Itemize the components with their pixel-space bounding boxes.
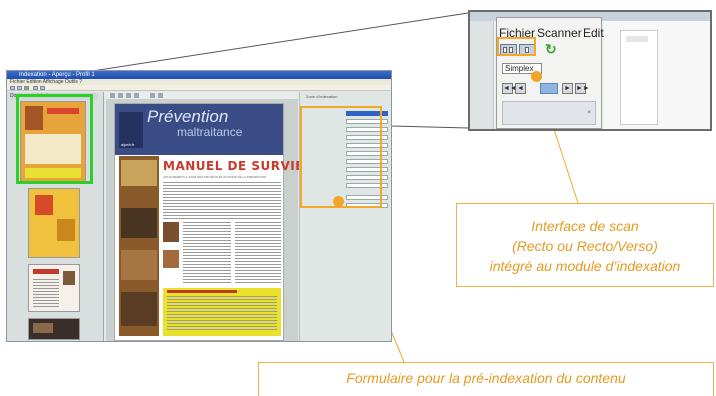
main-toolbar	[7, 85, 391, 91]
preview-text-column-2	[235, 222, 281, 284]
page-thumbnail-4[interactable]	[28, 318, 80, 340]
preview-text-block	[163, 182, 281, 220]
scan-callout-line-2: (Recto ou Recto/Verso)	[512, 238, 658, 254]
first-page-button[interactable]: ◄◄	[502, 83, 517, 94]
save-icon[interactable]	[40, 86, 45, 90]
form-panel-label: Zone d'indexation	[306, 94, 338, 99]
scan-buttons-highlight	[497, 37, 536, 56]
page-indicator	[540, 83, 558, 94]
scan-callout-dot	[531, 71, 542, 82]
zoom-out-icon[interactable]	[118, 93, 123, 98]
page-thumbnail-2[interactable]	[28, 188, 80, 258]
scan-dialog: Fichier Scanner Editio ↻ Simplex ◄◄ ◄ ► …	[496, 17, 613, 129]
preview-side-photo-3	[121, 250, 157, 280]
preview-text-column-1	[183, 222, 231, 284]
page-navigation: ◄◄ ◄ ► ►►	[502, 83, 600, 95]
preview-side-photo-2	[121, 208, 157, 238]
preview-headline: MANUEL DE SURVIE	[163, 159, 304, 173]
inset-right-field	[626, 36, 648, 42]
preview-highlight-title	[167, 290, 237, 293]
scan-callout-line-3: intégré au module d’indexation	[489, 258, 681, 274]
page-thumbnail-3[interactable]	[28, 264, 80, 312]
window-title-bar: Indexation - Aperçu - Profil 1	[7, 71, 391, 79]
scan-interface-zoom: Fichier Scanner Editio ↻ Simplex ◄◄ ◄ ► …	[468, 10, 712, 131]
next-page-button[interactable]: ►	[562, 83, 573, 94]
scan-recto-button[interactable]	[10, 86, 15, 90]
last-page-button[interactable]: ►►	[575, 83, 590, 94]
view-toolbar	[106, 92, 296, 99]
selected-document-highlight	[16, 94, 93, 184]
open-icon[interactable]	[33, 86, 38, 90]
next-page-icon[interactable]	[158, 93, 163, 98]
preview-url: alpeb.fr	[121, 142, 135, 147]
form-callout: Formulaire pour la pré-indexation du con…	[258, 362, 714, 396]
refresh-arrow-icon[interactable]: ↻	[545, 42, 557, 56]
rotate-icon[interactable]	[134, 93, 139, 98]
fit-page-icon[interactable]	[126, 93, 131, 98]
previous-page-icon[interactable]	[150, 93, 155, 98]
menu-scanner[interactable]: Scanner	[537, 27, 582, 39]
document-preview: Prévention maltraitance alpeb.fr MANUEL …	[114, 103, 304, 341]
refresh-icon[interactable]	[24, 86, 29, 90]
preview-photo-1	[163, 222, 179, 242]
preview-subtitle: maltraitance	[177, 125, 243, 139]
close-icon[interactable]: ×	[587, 110, 591, 116]
scan-interface-callout: Interface de scan (Recto ou Recto/Verso)…	[456, 203, 714, 287]
preview-photo-2	[163, 250, 179, 268]
preview-tagline: VOUS REMETS A JOUR DES PROJETS ET ACTION…	[163, 175, 267, 179]
scan-status-panel: ×	[502, 101, 596, 125]
scan-callout-line-1: Interface de scan	[531, 218, 639, 234]
preview-side-photo-1	[121, 160, 157, 186]
previous-page-button[interactable]: ◄	[515, 83, 526, 94]
form-callout-dot	[333, 196, 344, 207]
inset-right-form	[620, 30, 658, 125]
scan-recto-verso-button[interactable]	[17, 86, 22, 90]
preview-side-photo-4	[121, 292, 157, 326]
preview-highlight-text	[167, 296, 277, 332]
inset-side-strip	[470, 21, 494, 129]
preview-title: Prévention	[147, 107, 229, 126]
zoom-in-icon[interactable]	[110, 93, 115, 98]
form-highlight-box	[300, 106, 382, 208]
